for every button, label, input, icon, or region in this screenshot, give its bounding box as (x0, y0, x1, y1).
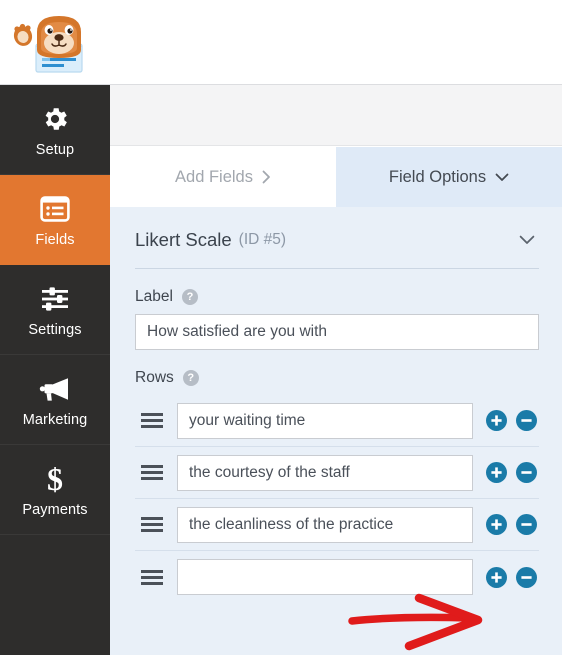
row-input[interactable] (177, 454, 473, 491)
drag-handle-icon[interactable] (135, 569, 169, 585)
row-item (135, 499, 539, 551)
dollar-icon: $ (44, 462, 66, 496)
tab-field-options[interactable]: Field Options (336, 147, 562, 207)
row-input[interactable] (177, 402, 473, 439)
rows-list (135, 395, 539, 603)
builder-sidebar: Setup Fields Settings Marketing $ Paymen… (0, 85, 110, 655)
help-icon[interactable]: ? (181, 289, 198, 305)
form-builder-window: Setup Fields Settings Marketing $ Paymen… (0, 0, 562, 655)
field-options-panel: Likert Scale (ID #5) Label ? Row (110, 207, 562, 655)
builder-toolbar-strip (110, 85, 562, 146)
add-row-button[interactable] (486, 566, 507, 588)
sidebar-item-label: Payments (22, 501, 88, 518)
chevron-down-icon[interactable] (519, 235, 539, 245)
row-item (135, 395, 539, 447)
sliders-icon (40, 282, 70, 316)
drag-handle-icon[interactable] (135, 465, 169, 480)
tab-add-fields[interactable]: Add Fields (110, 147, 336, 207)
sidebar-item-fields[interactable]: Fields (0, 175, 110, 265)
list-icon (40, 192, 70, 226)
sidebar-item-setup[interactable]: Setup (0, 85, 110, 175)
row-item (135, 447, 539, 499)
sidebar-item-payments[interactable]: $ Payments (0, 445, 110, 535)
field-id: (ID #5) (238, 231, 287, 248)
remove-row-button[interactable] (516, 410, 537, 431)
sidebar-item-label: Setup (35, 141, 75, 158)
drag-handle-icon[interactable] (135, 517, 169, 532)
add-row-button[interactable] (486, 462, 507, 483)
row-input[interactable] (177, 506, 473, 543)
chevron-right-icon (262, 170, 271, 184)
sidebar-item-label: Settings (28, 321, 82, 338)
gear-icon (40, 102, 70, 136)
row-input[interactable] (177, 559, 473, 595)
sidebar-item-label: Fields (35, 231, 75, 248)
sidebar-item-settings[interactable]: Settings (0, 265, 110, 355)
panel-tabs: Add Fields Field Options (110, 147, 562, 207)
rows-section-title: Rows (135, 369, 174, 386)
tab-field-options-label: Field Options (388, 167, 487, 186)
field-header: Likert Scale (ID #5) (135, 229, 539, 269)
row-item (135, 551, 539, 603)
rows-section-header: Rows ? (135, 369, 539, 387)
label-section-header: Label ? (135, 288, 539, 306)
label-input[interactable] (135, 314, 539, 350)
sidebar-item-label: Marketing (22, 411, 88, 428)
remove-row-button[interactable] (516, 566, 537, 588)
logo-bar (0, 0, 562, 85)
megaphone-icon (39, 372, 71, 406)
remove-row-button[interactable] (516, 514, 537, 535)
add-row-button[interactable] (486, 514, 507, 535)
sidebar-item-marketing[interactable]: Marketing (0, 355, 110, 445)
builder-main: Add Fields Field Options Likert Scale (I… (110, 85, 562, 655)
help-icon[interactable]: ? (182, 370, 199, 386)
drag-handle-icon[interactable] (135, 413, 169, 428)
svg-text:$: $ (47, 463, 63, 495)
chevron-down-icon (495, 173, 509, 182)
add-row-button[interactable] (486, 410, 507, 431)
wpforms-bear-mascot-logo-icon (8, 6, 92, 80)
tab-add-fields-label: Add Fields (175, 167, 253, 186)
label-section-title: Label (135, 288, 173, 305)
field-title: Likert Scale (135, 229, 232, 250)
remove-row-button[interactable] (516, 462, 537, 483)
